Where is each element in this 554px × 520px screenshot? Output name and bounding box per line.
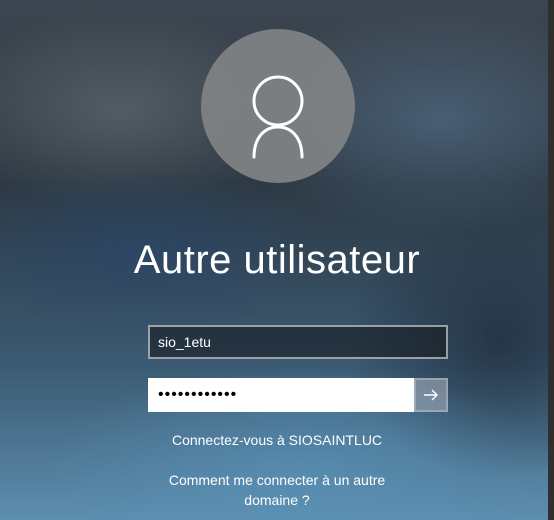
password-input[interactable]: •••••••••••• [148,378,414,412]
user-display-name: Autre utilisateur [133,238,421,282]
arrow-right-icon [424,389,438,401]
password-row: •••••••••••• [148,378,448,412]
domain-prompt: Connectez-vous à SIOSAINTLUC [171,432,383,448]
other-domain-help-link[interactable]: Comment me connecter à un autre domaine … [167,470,387,510]
submit-button[interactable] [414,378,448,412]
username-input[interactable]: sio_1etu [148,325,448,359]
user-avatar [201,29,355,183]
user-silhouette-icon [252,75,304,159]
lock-screen: Autre utilisateur sio_1etu •••••••••••• … [0,0,554,520]
